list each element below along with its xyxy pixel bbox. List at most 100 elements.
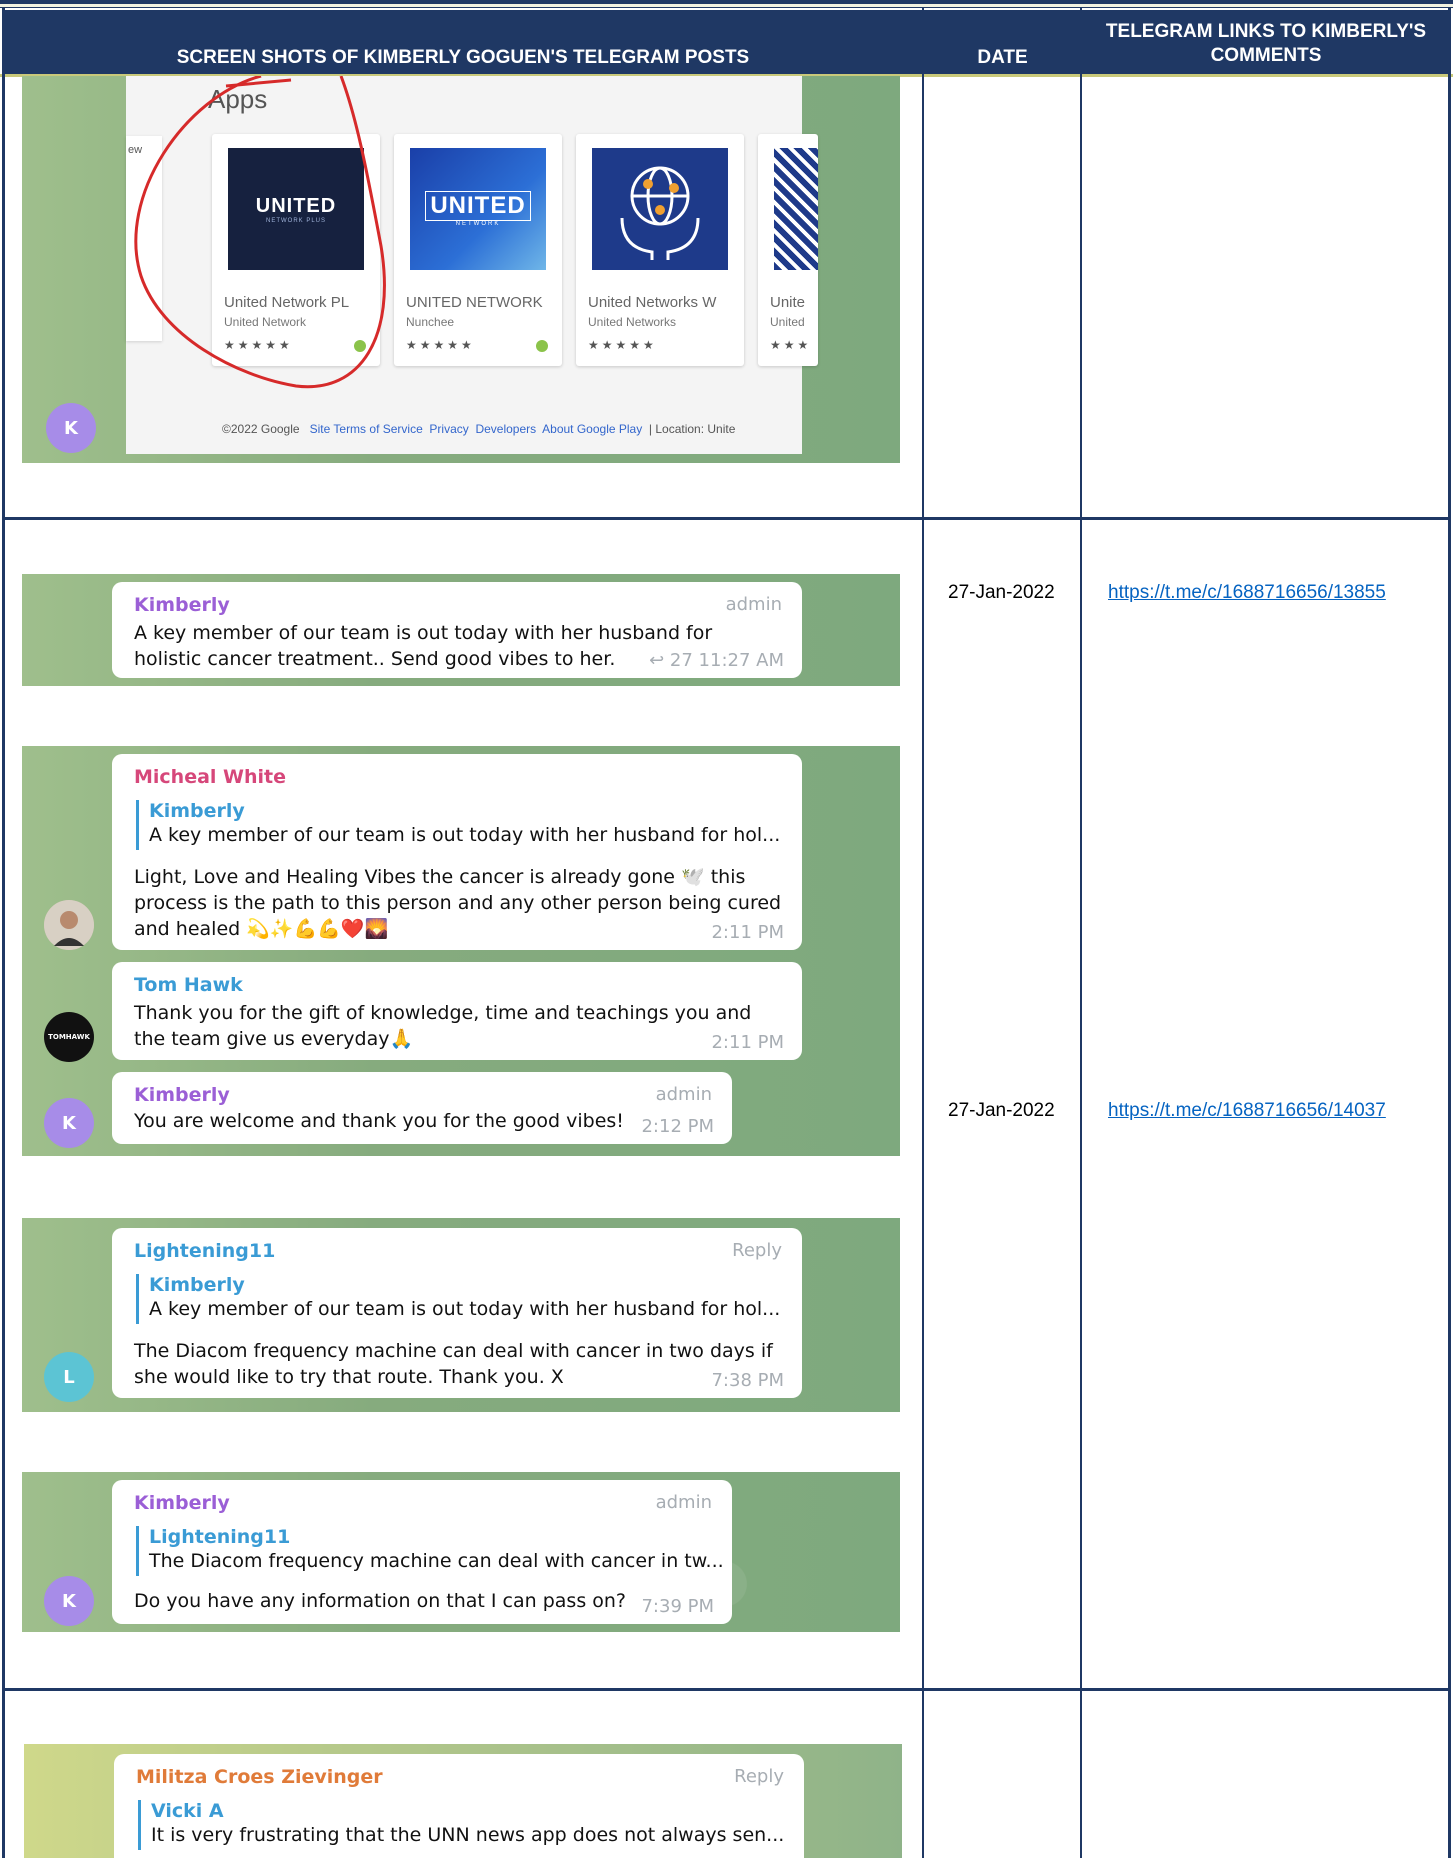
message-time: 7:38 PM bbox=[711, 1370, 784, 1391]
google-play-panel: Apps ew UNITED NETWORK PLUS United Netwo… bbox=[126, 76, 818, 454]
quote-sender: Vicki A bbox=[151, 1800, 224, 1822]
quote-text: A key member of our team is out today wi… bbox=[149, 1298, 781, 1320]
screenshot-chat-3: Lightening11 Reply Kimberly A key member… bbox=[22, 1218, 900, 1412]
reply-quote[interactable]: Kimberly A key member of our team is out… bbox=[136, 1274, 780, 1324]
quote-sender: Kimberly bbox=[149, 1274, 245, 1296]
message-text-line1: Thank you for the gift of knowledge, tim… bbox=[134, 1002, 752, 1024]
footer-copyright: ©2022 Google bbox=[222, 422, 300, 436]
sender-name: Lightening11 bbox=[134, 1240, 276, 1262]
app-rating-4: ★★★ bbox=[770, 338, 812, 352]
message-bubble: Kimberly admin A key member of our team … bbox=[112, 582, 802, 678]
message-time: 2:12 PM bbox=[641, 1116, 714, 1137]
reply-quote[interactable]: Lightening11 The Diacom frequency machin… bbox=[136, 1526, 724, 1576]
message-text-line1: Light, Love and Healing Vibes the cancer… bbox=[134, 866, 746, 888]
header-links: TELEGRAM LINKS TO KIMBERLY'S COMMENTS bbox=[1082, 10, 1450, 75]
admin-badge: admin bbox=[655, 1492, 712, 1513]
footer-link-developers[interactable]: Developers bbox=[475, 422, 536, 436]
sender-name: Kimberly bbox=[134, 1492, 230, 1514]
screenshot-chat-5: Militza Croes Zievinger Reply Vicki A It… bbox=[24, 1744, 902, 1858]
avatar: K bbox=[44, 1098, 94, 1148]
left-border bbox=[2, 8, 5, 1858]
reply-button[interactable]: Reply bbox=[734, 1766, 784, 1787]
screenshot-google-play: Apps ew UNITED NETWORK PLUS United Netwo… bbox=[22, 76, 900, 463]
footer-link-about[interactable]: About Google Play bbox=[542, 422, 642, 436]
message-text-line2: process is the path to this person and a… bbox=[134, 892, 782, 914]
footer-link-terms[interactable]: Site Terms of Service bbox=[310, 422, 423, 436]
telegram-link-1[interactable]: https://t.me/c/1688716656/13855 bbox=[1108, 582, 1386, 604]
footer-link-privacy[interactable]: Privacy bbox=[429, 422, 468, 436]
app-name-4: Unite bbox=[770, 294, 806, 311]
quote-sender: Kimberly bbox=[149, 800, 245, 822]
header-date-label: DATE bbox=[977, 47, 1028, 68]
app-card-3[interactable]: United Networks W United Networks ★★★★★ bbox=[576, 134, 744, 366]
message-text-line1: You are welcome and thank you for the go… bbox=[134, 1110, 624, 1132]
quote-sender: Lightening11 bbox=[149, 1526, 291, 1548]
message-bubble: Lightening11 Reply Kimberly A key member… bbox=[112, 1228, 802, 1398]
message-text-line2: the team give us everyday🙏 bbox=[134, 1028, 414, 1050]
editors-choice-icon bbox=[536, 340, 548, 352]
avatar: K bbox=[46, 403, 96, 453]
sender-name: Kimberly bbox=[134, 1084, 230, 1106]
col-divider-1 bbox=[922, 8, 924, 1858]
app-dev-4: United bbox=[770, 315, 805, 329]
admin-badge: admin bbox=[725, 594, 782, 615]
header-date: DATE bbox=[924, 10, 1081, 75]
globe-hands-icon bbox=[592, 148, 728, 270]
date-cell-2: 27-Jan-2022 bbox=[948, 1100, 1055, 1121]
avatar: TOMHAWK bbox=[44, 1012, 94, 1062]
header-screenshots: SCREEN SHOTS OF KIMBERLY GOGUEN'S TELEGR… bbox=[3, 10, 923, 75]
message-text-line2: she would like to try that route. Thank … bbox=[134, 1366, 564, 1388]
sender-name: Tom Hawk bbox=[134, 974, 243, 996]
app-dev-2: Nunchee bbox=[406, 315, 455, 329]
message-bubble: Micheal White Kimberly A key member of o… bbox=[112, 754, 802, 950]
quote-text: It is very frustrating that the UNN news… bbox=[151, 1824, 785, 1846]
message-time: 7:39 PM bbox=[641, 1596, 714, 1617]
quote-text: A key member of our team is out today wi… bbox=[149, 824, 781, 846]
sender-name: Militza Croes Zievinger bbox=[136, 1766, 383, 1788]
spreadsheet: SCREEN SHOTS OF KIMBERLY GOGUEN'S TELEGR… bbox=[0, 0, 1453, 1858]
message-text-line2: holistic cancer treatment.. Send good vi… bbox=[134, 648, 616, 670]
app-rating-3: ★★★★★ bbox=[588, 338, 657, 352]
top-border bbox=[0, 0, 1453, 8]
admin-badge: admin bbox=[655, 1084, 712, 1105]
app-dev-3: United Networks bbox=[588, 315, 677, 329]
avatar: K bbox=[44, 1576, 94, 1626]
message-time: 2:11 PM bbox=[711, 1032, 784, 1053]
header-links-label: TELEGRAM LINKS TO KIMBERLY'S COMMENTS bbox=[1105, 20, 1427, 66]
message-text-line1: The Diacom frequency machine can deal wi… bbox=[134, 1340, 773, 1362]
reply-quote[interactable]: Vicki A It is very frustrating that the … bbox=[138, 1800, 784, 1850]
reply-quote[interactable]: Kimberly A key member of our team is out… bbox=[136, 800, 780, 850]
col-divider-2 bbox=[1080, 8, 1082, 1858]
avatar bbox=[44, 900, 94, 950]
avatar: L bbox=[44, 1352, 94, 1402]
message-bubble: Kimberly admin Lightening11 The Diacom f… bbox=[112, 1480, 732, 1624]
telegram-link-2[interactable]: https://t.me/c/1688716656/14037 bbox=[1108, 1100, 1386, 1122]
right-border bbox=[1448, 8, 1451, 1858]
sender-name: Micheal White bbox=[134, 766, 287, 788]
row-divider-1 bbox=[2, 517, 1451, 520]
red-circle-annotation bbox=[134, 76, 386, 389]
message-bubble: Kimberly admin You are welcome and thank… bbox=[112, 1072, 732, 1144]
app-thumb-2: UNITED NETWORK bbox=[410, 148, 546, 270]
reply-button[interactable]: Reply bbox=[732, 1240, 782, 1261]
date-cell-1: 27-Jan-2022 bbox=[948, 582, 1055, 603]
row-divider-2 bbox=[2, 1688, 1451, 1691]
message-text-line3: and healed 💫✨💪💪❤️🌄 bbox=[134, 918, 389, 940]
app-name-3: United Networks W bbox=[588, 294, 717, 311]
header-screenshots-label: SCREEN SHOTS OF KIMBERLY GOGUEN'S TELEGR… bbox=[176, 47, 750, 68]
message-bubble: Militza Croes Zievinger Reply Vicki A It… bbox=[114, 1754, 804, 1858]
message-bubble: Tom Hawk Thank you for the gift of knowl… bbox=[112, 962, 802, 1060]
app-card-4[interactable]: Unite United ★★★ bbox=[758, 134, 818, 366]
screenshot-chat-2: Micheal White Kimberly A key member of o… bbox=[22, 746, 900, 1156]
quote-text: The Diacom frequency machine can deal wi… bbox=[149, 1550, 724, 1572]
app-name-2: UNITED NETWORK bbox=[406, 294, 543, 311]
screenshot-chat-4: Kimberly admin Lightening11 The Diacom f… bbox=[22, 1472, 900, 1632]
message-time: 2:11 PM bbox=[711, 922, 784, 943]
message-text-line1: A key member of our team is out today wi… bbox=[134, 622, 713, 644]
screenshot-chat-1: Kimberly admin A key member of our team … bbox=[22, 574, 900, 686]
app-thumb-4 bbox=[774, 148, 818, 270]
sender-name: Kimberly bbox=[134, 594, 230, 616]
message-text-line1: Do you have any information on that I ca… bbox=[134, 1590, 627, 1612]
footer-location: | Location: Unite bbox=[648, 422, 736, 436]
message-meta: ↩ 27 11:27 AM bbox=[649, 650, 784, 671]
